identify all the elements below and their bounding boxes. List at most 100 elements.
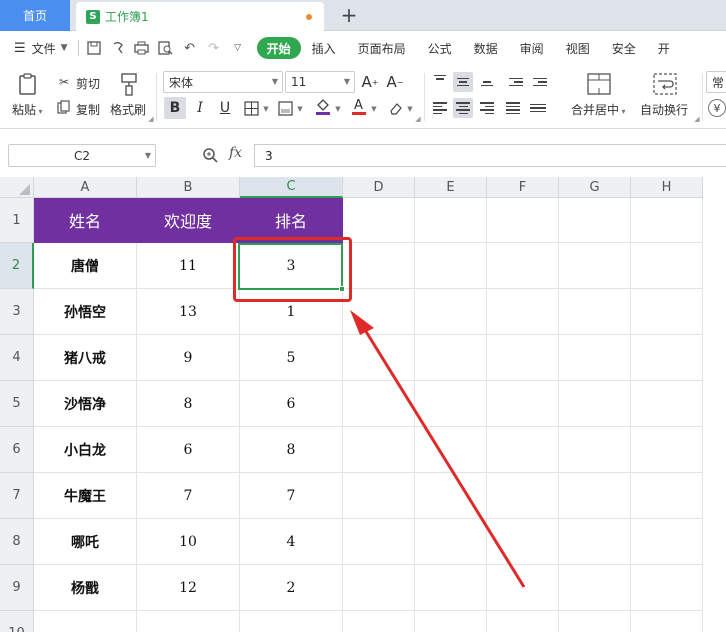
wrap-text-icon[interactable] [651,71,679,97]
name-box[interactable]: C2 ▼ [8,144,156,167]
cell-b10[interactable] [137,611,240,632]
clipboard-expand-icon[interactable]: ◢ [147,115,155,123]
chevron-down-icon[interactable]: ▼ [296,105,304,113]
cell-h2[interactable] [631,243,703,289]
cell-f8[interactable] [487,519,559,565]
menu-data[interactable]: 数据 [463,37,509,59]
cell-h3[interactable] [631,289,703,335]
cell-e6[interactable] [415,427,487,473]
cell-b6[interactable]: 6 [137,427,240,473]
cell-e9[interactable] [415,565,487,611]
distributed-align-icon[interactable] [528,98,548,118]
tab-workbook[interactable]: S 工作簿1 [76,2,324,31]
justify-icon[interactable] [503,98,523,118]
column-header-e[interactable]: E [415,177,487,198]
row-header-7[interactable]: 7 [0,473,34,519]
row-header-2[interactable]: 2 [0,243,34,289]
cell-a10[interactable] [34,611,137,632]
cell-h9[interactable] [631,565,703,611]
font-expand-icon[interactable]: ◢ [414,115,422,123]
cell-e8[interactable] [415,519,487,565]
row-header-6[interactable]: 6 [0,427,34,473]
cell-d3[interactable] [343,289,415,335]
cell-d10[interactable] [343,611,415,632]
cell-a3[interactable]: 孙悟空 [34,289,137,335]
underline-button[interactable]: U [214,97,236,119]
cell-g3[interactable] [559,289,631,335]
cell-d8[interactable] [343,519,415,565]
cell-a6[interactable]: 小白龙 [34,427,137,473]
zoom-magnifier-icon[interactable] [202,147,218,167]
cell-f1[interactable] [487,198,559,243]
paste-button[interactable]: 粘贴 ▾ [12,101,43,118]
select-all-corner[interactable] [0,177,34,198]
cell-a4[interactable]: 猪八戒 [34,335,137,381]
chevron-down-icon[interactable]: ▼ [262,105,270,113]
print-preview-icon[interactable] [157,39,175,57]
align-left-icon[interactable] [430,98,450,118]
cell-a5[interactable]: 沙悟净 [34,381,137,427]
menu-review[interactable]: 审阅 [509,37,555,59]
cell-b9[interactable]: 12 [137,565,240,611]
column-header-f[interactable]: F [487,177,559,198]
cell-g7[interactable] [559,473,631,519]
cell-d5[interactable] [343,381,415,427]
increase-indent-icon[interactable] [530,72,550,92]
cell-h5[interactable] [631,381,703,427]
currency-icon[interactable]: ¥ [708,99,726,117]
menu-view[interactable]: 视图 [555,37,601,59]
align-center-icon[interactable] [453,98,473,118]
export-icon[interactable] [109,39,127,57]
cell-c5[interactable]: 6 [240,381,343,427]
column-header-a[interactable]: A [34,177,137,198]
increase-font-icon[interactable]: A + [359,71,381,93]
cell-d6[interactable] [343,427,415,473]
menu-page-layout[interactable]: 页面布局 [347,37,417,59]
decrease-indent-icon[interactable] [506,72,526,92]
merge-cells-icon[interactable] [584,71,614,97]
menu-developer[interactable]: 开 [647,37,681,59]
column-header-b[interactable]: B [137,177,240,198]
cell-g8[interactable] [559,519,631,565]
cell-f4[interactable] [487,335,559,381]
font-size-select[interactable]: 11 ▼ [285,71,355,93]
align-right-icon[interactable] [477,98,497,118]
cell-g10[interactable] [559,611,631,632]
insert-function-button[interactable]: fx [229,145,242,161]
borders-icon[interactable] [240,97,262,119]
merge-center-button[interactable]: 合并居中 ▾ [571,101,626,118]
cell-h7[interactable] [631,473,703,519]
decrease-font-icon[interactable]: A − [384,71,406,93]
column-header-h[interactable]: H [631,177,703,198]
menu-insert[interactable]: 插入 [301,37,347,59]
cell-b4[interactable]: 9 [137,335,240,381]
cell-f10[interactable] [487,611,559,632]
cut-button[interactable]: 剪切 [76,75,100,92]
cell-b7[interactable]: 7 [137,473,240,519]
row-header-10[interactable]: 10 [0,611,34,632]
cell-h10[interactable] [631,611,703,632]
chevron-down-icon[interactable]: ▼ [370,105,378,113]
clear-format-icon[interactable] [384,97,406,119]
row-header-3[interactable]: 3 [0,289,34,335]
cell-h1[interactable] [631,198,703,243]
copy-icon[interactable] [56,99,72,115]
font-color-icon[interactable]: A [348,95,370,117]
tab-home[interactable]: 首页 [0,0,70,31]
cell-d9[interactable] [343,565,415,611]
cell-b1[interactable]: 欢迎度 [137,198,240,243]
cell-g9[interactable] [559,565,631,611]
cell-f6[interactable] [487,427,559,473]
undo-icon[interactable]: ↶ [181,39,199,57]
scissors-icon[interactable]: ✂ [56,74,72,90]
cell-g4[interactable] [559,335,631,381]
copy-button[interactable]: 复制 [76,101,100,118]
chevron-down-icon[interactable]: ▼ [406,105,414,113]
cell-b3[interactable]: 13 [137,289,240,335]
cell-e2[interactable] [415,243,487,289]
cell-c10[interactable] [240,611,343,632]
cell-f5[interactable] [487,381,559,427]
redo-icon[interactable]: ↷ [205,39,223,57]
align-middle-icon[interactable] [453,72,473,92]
customize-dropdown-icon[interactable]: ▽ [229,39,247,57]
